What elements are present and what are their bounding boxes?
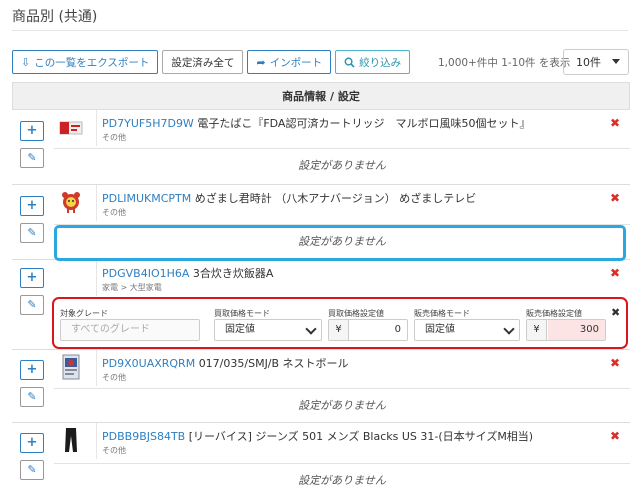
search-icon — [344, 57, 355, 68]
table-row: + ✎ PD9X0UAXRQRM 017/035/SMJ/B ネストボール その… — [12, 350, 630, 423]
no-setting-message: 設定がありません — [54, 463, 630, 500]
product-name: [リーバイス] ジーンズ 501 メンズ Blacks US 31-(日本サイズ… — [188, 430, 534, 443]
product-thumbnail — [58, 354, 84, 380]
filter-button[interactable]: 絞り込み — [335, 50, 411, 74]
add-setting-button[interactable]: + — [20, 433, 44, 453]
add-setting-button[interactable]: + — [20, 121, 44, 141]
add-setting-button[interactable]: + — [20, 360, 44, 380]
edit-button[interactable]: ✎ — [20, 460, 44, 480]
export-label: この一覧をエクスポート — [34, 56, 150, 69]
product-thumbnail — [58, 427, 84, 453]
jeans-icon — [65, 428, 77, 452]
edit-button[interactable]: ✎ — [20, 223, 44, 243]
product-name: めざまし君時計 （八木アナバージョン） めざましテレビ — [194, 192, 477, 205]
caret-down-icon — [612, 59, 620, 64]
toolbar: ⇩ この一覧をエクスポート 設定済み全て ➦ インポート 絞り込み — [12, 50, 411, 74]
edit-button[interactable]: ✎ — [20, 148, 44, 168]
product-category: 家電 > 大型家電 — [102, 283, 162, 292]
add-setting-button[interactable]: + — [20, 268, 44, 288]
cigarette-box-icon — [59, 121, 83, 135]
highlight-box-red — [52, 297, 628, 349]
product-category: その他 — [102, 446, 126, 455]
product-code-link[interactable]: PDGVB4IO1H6A — [102, 267, 189, 280]
import-button[interactable]: ➦ インポート — [247, 50, 332, 74]
share-arrow-icon: ➦ — [256, 55, 266, 69]
delete-icon[interactable]: ✖ — [610, 116, 620, 130]
download-icon: ⇩ — [21, 55, 31, 69]
product-name: 017/035/SMJ/B ネストボール — [198, 357, 349, 370]
import-label: インポート — [269, 56, 323, 69]
title-divider — [12, 30, 628, 31]
delete-icon[interactable]: ✖ — [610, 429, 620, 443]
product-code-link[interactable]: PD9X0UAXRQRM — [102, 357, 195, 370]
edit-button[interactable]: ✎ — [20, 295, 44, 315]
product-name: 3合炊き炊飯器A — [192, 267, 274, 280]
settings-all-label: 設定済み全て — [171, 56, 235, 69]
settings-all-button[interactable]: 設定済み全て — [162, 50, 244, 74]
product-code-link[interactable]: PDBB9BJS84TB — [102, 430, 185, 443]
table-row: + ✎ PDBB9BJS84TB [リーバイス] ジーンズ 501 メンズ Bl… — [12, 423, 630, 500]
trading-card-icon — [62, 354, 80, 380]
filter-label: 絞り込み — [359, 56, 402, 69]
product-category: その他 — [102, 133, 126, 142]
per-page-value: 10件 — [576, 56, 601, 69]
product-thumbnail — [58, 189, 84, 215]
product-category: その他 — [102, 208, 126, 217]
delete-icon[interactable]: ✖ — [610, 356, 620, 370]
delete-icon[interactable]: ✖ — [610, 191, 620, 205]
delete-icon[interactable]: ✖ — [610, 266, 620, 280]
add-setting-button[interactable]: + — [20, 196, 44, 216]
page-title: 商品別 (共通) — [12, 9, 98, 25]
product-code-link[interactable]: PDLIMUKMCPTM — [102, 192, 191, 205]
table-row: + ✎ PD7YUF5H7D9W 電子たばこ『FDA認可済カートリッジ マルボロ… — [12, 110, 630, 185]
product-thumbnail — [58, 114, 84, 140]
no-setting-message: 設定がありません — [54, 148, 630, 182]
per-page-select[interactable]: 10件 — [563, 49, 629, 75]
product-category: その他 — [102, 373, 126, 382]
product-code-link[interactable]: PD7YUF5H7D9W — [102, 117, 194, 130]
edit-button[interactable]: ✎ — [20, 387, 44, 407]
result-count: 1,000+件中 1-10件 を表示 — [438, 57, 571, 69]
table-header: 商品情報 / 設定 — [12, 82, 630, 110]
product-name: 電子たばこ『FDA認可済カートリッジ マルボロ風味50個セット』 — [197, 117, 531, 130]
alarm-clock-icon — [62, 192, 80, 213]
export-button[interactable]: ⇩ この一覧をエクスポート — [12, 50, 159, 74]
highlight-box-blue — [54, 225, 626, 261]
no-setting-message: 設定がありません — [54, 388, 630, 422]
